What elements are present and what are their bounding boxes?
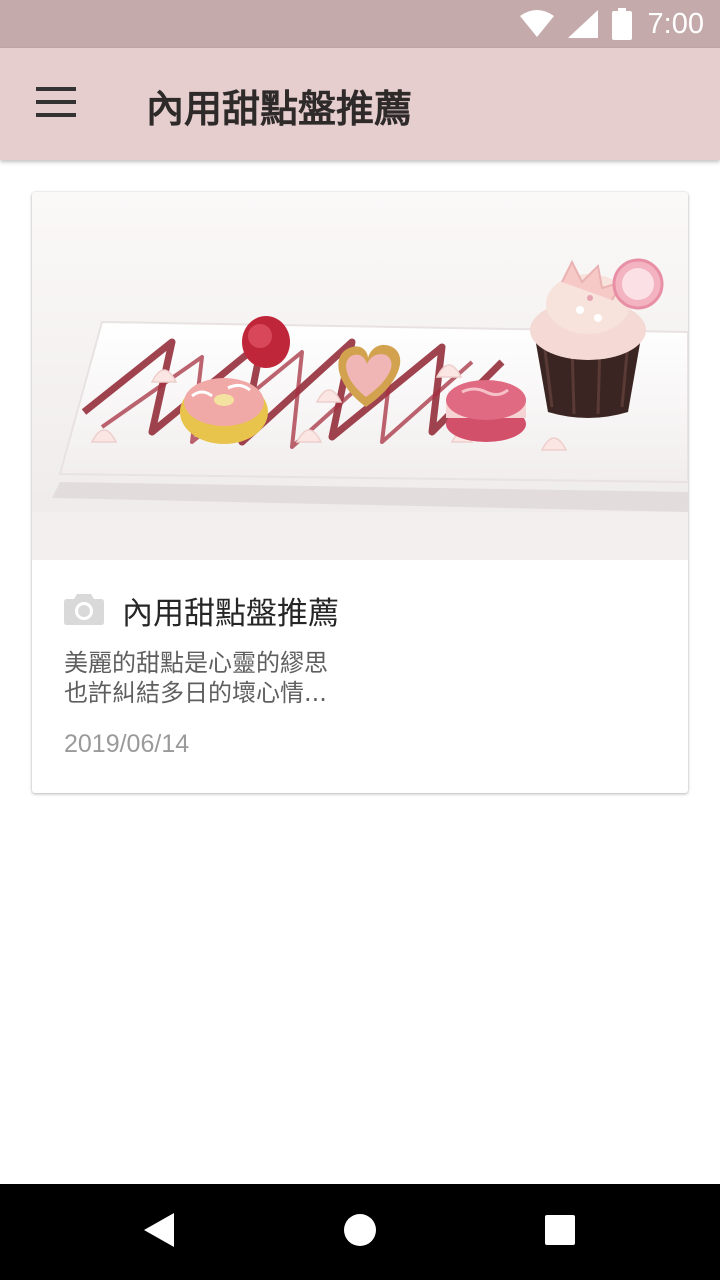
menu-button[interactable] [20,68,92,140]
home-icon [343,1213,377,1251]
card-image[interactable] [32,192,688,560]
recents-button[interactable] [528,1200,592,1264]
article-card[interactable]: 內用甜點盤推薦 美麗的甜點是心靈的繆思 也許糾結多日的壞心情... 2019/0… [32,192,688,793]
menu-icon [36,87,76,121]
system-nav-bar [0,1184,720,1280]
wifi-icon [519,10,554,38]
card-title[interactable]: 內用甜點盤推薦 [122,588,339,633]
card-date: 2019/06/14 [64,730,190,758]
card-description-line: 美麗的甜點是心靈的繆思 [64,649,328,677]
status-bar: 7:00 [0,0,720,48]
camera-icon [64,591,104,629]
back-icon [144,1213,176,1251]
battery-icon [611,8,632,40]
back-button[interactable] [128,1200,192,1264]
status-time: 7:00 [647,7,704,40]
card-description-line: 也許糾結多日的壞心情... [64,679,327,707]
card-heading-row: 內用甜點盤推薦 [64,588,339,632]
page-title: 內用甜點盤推薦 [146,87,413,131]
home-button[interactable] [328,1200,392,1264]
cell-signal-icon [567,10,598,38]
recents-icon [545,1215,575,1249]
app-bar: 內用甜點盤推薦 [0,48,720,160]
card-description: 美麗的甜點是心靈的繆思 也許糾結多日的壞心情... [64,648,624,708]
